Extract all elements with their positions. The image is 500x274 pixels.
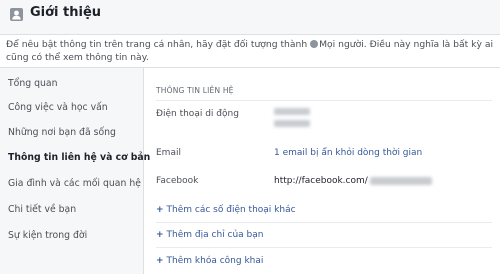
phone-redacted-2 — [274, 120, 310, 127]
facebook-url[interactable]: http://facebook.com/ — [274, 176, 368, 186]
sidebar-item-details-about-you[interactable]: Chi tiết về bạn — [8, 204, 76, 215]
contact-info-panel: THÔNG TIN LIÊN HỆ Điện thoại di động Ema… — [144, 68, 500, 274]
phone-redacted — [274, 108, 310, 115]
divider — [156, 247, 492, 248]
page-title: Giới thiệu — [30, 5, 102, 20]
add-public-key-link[interactable]: + Thêm khóa công khai — [156, 256, 263, 266]
notice-text-before: Để nêu bật thông tin trên trang cá nhân,… — [6, 39, 311, 50]
add-phone-label: Thêm các số điện thoại khác — [166, 205, 296, 215]
sidebar-item-work-education[interactable]: Công việc và học vấn — [8, 102, 108, 113]
globe-icon — [310, 40, 319, 48]
email-label: Email — [156, 148, 181, 158]
sidebar-item-contact-basic-info[interactable]: Thông tin liên hệ và cơ bản — [8, 152, 150, 163]
divider — [156, 222, 492, 223]
plus-icon: + — [156, 230, 164, 240]
email-value-link[interactable]: 1 email bị ẩn khỏi dòng thời gian — [274, 148, 422, 158]
add-address-link[interactable]: + Thêm địa chỉ của bạn — [156, 230, 263, 240]
notice-text: Để nêu bật thông tin trên trang cá nhân,… — [6, 38, 496, 64]
facebook-username-redacted — [370, 177, 432, 185]
sidebar-item-life-events[interactable]: Sự kiện trong đời — [8, 230, 87, 241]
audience-notice: Để nêu bật thông tin trên trang cá nhân,… — [0, 35, 500, 68]
about-sidebar: Tổng quan Công việc và học vấn Những nơi… — [0, 68, 150, 274]
plus-icon: + — [156, 205, 164, 215]
section-title: THÔNG TIN LIÊN HỆ — [156, 86, 234, 95]
add-address-label: Thêm địa chỉ của bạn — [166, 230, 264, 240]
add-phone-link[interactable]: + Thêm các số điện thoại khác — [156, 205, 296, 215]
notice-audience: Mọi người — [319, 39, 364, 50]
sidebar-item-places-lived[interactable]: Những nơi bạn đã sống — [8, 127, 116, 138]
facebook-label: Facebook — [156, 176, 199, 186]
plus-icon: + — [156, 256, 164, 266]
sidebar-item-family-relationships[interactable]: Gia đình và các mối quan hệ — [8, 178, 141, 189]
profile-icon — [10, 8, 23, 21]
section-divider — [156, 100, 492, 101]
add-public-key-label: Thêm khóa công khai — [166, 256, 264, 266]
page-header: Giới thiệu — [0, 0, 500, 35]
phone-label: Điện thoại di động — [156, 109, 239, 119]
sidebar-item-overview[interactable]: Tổng quan — [8, 78, 58, 89]
